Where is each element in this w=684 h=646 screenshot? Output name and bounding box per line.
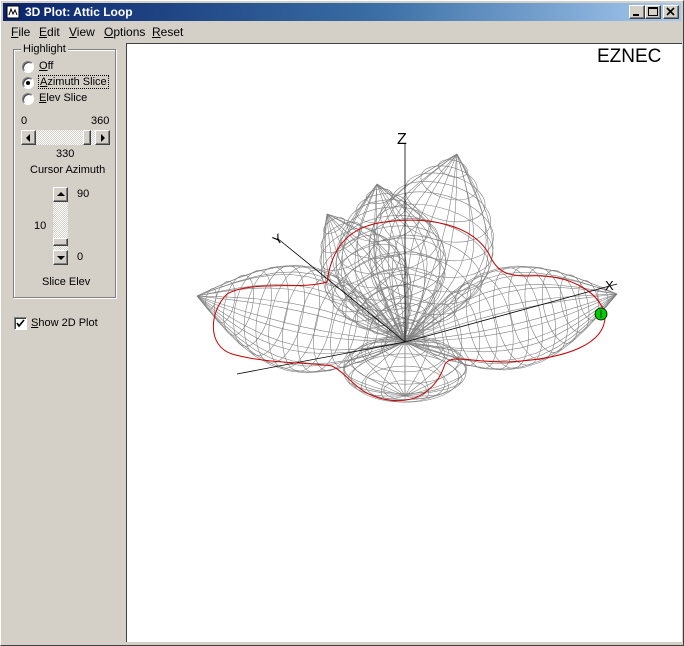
radio-azimuth-circle[interactable] bbox=[22, 77, 34, 89]
y-axis-label: Y bbox=[270, 230, 286, 247]
maximize-button[interactable] bbox=[645, 5, 661, 19]
menu-reset[interactable]: Reset bbox=[152, 25, 183, 39]
pattern-wireframe bbox=[196, 153, 618, 403]
azimuth-scroll-track[interactable] bbox=[36, 130, 95, 145]
arrow-up-icon bbox=[57, 192, 65, 196]
minimize-button[interactable] bbox=[629, 5, 645, 19]
elev-min-label: 0 bbox=[77, 251, 84, 263]
elev-caption: Slice Elev bbox=[42, 276, 91, 288]
azimuth-min-label: 0 bbox=[21, 115, 28, 127]
menu-view[interactable]: View bbox=[69, 25, 95, 39]
menu-bar: File Edit View Options Reset bbox=[3, 23, 681, 41]
radio-elev-label[interactable]: Elev Slice bbox=[39, 92, 87, 104]
show-2d-plot-label[interactable]: Show 2D Plot bbox=[31, 317, 98, 329]
radio-selected-dot bbox=[26, 81, 30, 85]
checkmark-icon bbox=[16, 319, 25, 328]
close-button[interactable] bbox=[663, 5, 679, 19]
arrow-right-icon bbox=[101, 134, 105, 142]
z-axis-label: Z bbox=[397, 131, 407, 148]
close-icon bbox=[666, 7, 675, 16]
menu-file[interactable]: File bbox=[11, 25, 30, 39]
azimuth-scroll-left-button[interactable] bbox=[21, 130, 36, 145]
arrow-down-icon bbox=[57, 256, 65, 260]
azimuth-scroll-thumb[interactable] bbox=[83, 130, 91, 145]
azimuth-scroll-right-button[interactable] bbox=[95, 130, 110, 145]
plot-window: 3D Plot: Attic Loop File Edit View Optio… bbox=[0, 0, 684, 646]
title-bar[interactable]: 3D Plot: Attic Loop bbox=[3, 3, 681, 21]
radio-off-label[interactable]: Off bbox=[39, 60, 53, 72]
x-axis-label: X bbox=[605, 278, 614, 293]
radio-off-circle[interactable] bbox=[22, 61, 34, 73]
checkbox-box[interactable] bbox=[14, 317, 27, 330]
elev-scroll-up-button[interactable] bbox=[53, 187, 68, 202]
elev-max-label: 90 bbox=[77, 188, 90, 200]
azimuth-max-label: 360 bbox=[91, 115, 110, 127]
elev-scroll-thumb[interactable] bbox=[53, 238, 68, 246]
radio-azimuth-label[interactable]: Azimuth Slice bbox=[38, 75, 109, 89]
maximize-icon bbox=[648, 7, 658, 16]
elev-value: 10 bbox=[34, 220, 47, 232]
window-title: 3D Plot: Attic Loop bbox=[25, 5, 133, 19]
elev-scroll-down-button[interactable] bbox=[53, 250, 68, 265]
menu-edit[interactable]: Edit bbox=[39, 25, 60, 39]
highlight-legend: Highlight bbox=[21, 43, 68, 55]
app-icon bbox=[6, 5, 20, 19]
arrow-left-icon bbox=[26, 134, 30, 142]
elev-scroll-track[interactable] bbox=[53, 202, 68, 250]
menu-options[interactable]: Options bbox=[104, 25, 145, 39]
x-axis bbox=[404, 283, 618, 343]
plot-area[interactable]: EZNEC Z Y X bbox=[126, 43, 682, 642]
azimuth-caption: Cursor Azimuth bbox=[30, 164, 106, 176]
minimize-icon bbox=[633, 14, 639, 16]
azimuth-value: 330 bbox=[56, 148, 75, 160]
radio-elev-circle[interactable] bbox=[22, 93, 34, 105]
radiation-pattern-3d[interactable]: Z Y X bbox=[127, 44, 682, 642]
